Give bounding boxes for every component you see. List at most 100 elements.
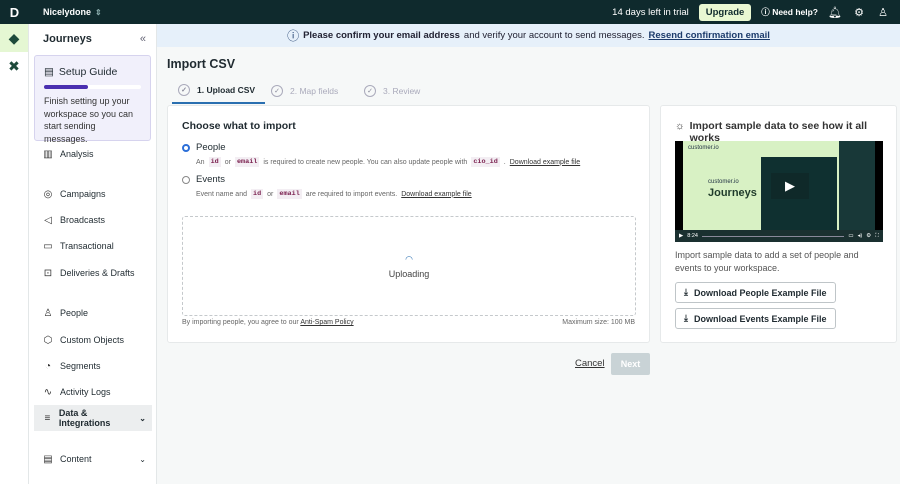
events-option[interactable]: Events	[182, 174, 225, 185]
download-people-example-link[interactable]: Download example file	[510, 159, 580, 166]
step-tabs: ✓ 1. Upload CSV ✓ 2. Map fields ✓ 3. Review	[172, 82, 451, 104]
button-label: Download Events Example File	[693, 313, 827, 324]
nav-icon: ◔	[44, 360, 52, 372]
fullscreen-icon[interactable]: ⛶	[875, 233, 879, 240]
banner-bold: Please confirm your email address	[303, 30, 460, 41]
sidebar-item-label: Broadcasts	[60, 215, 106, 225]
video-seek-bar[interactable]	[701, 235, 845, 237]
sidebar-item-transactional[interactable]: ▭ Transactional	[34, 233, 152, 259]
file-dropzone[interactable]: ◠ Uploading	[182, 216, 636, 316]
upgrade-button[interactable]: Upgrade	[698, 3, 752, 21]
nav-icon: ▥	[43, 148, 53, 160]
question-icon: ⓘ	[761, 7, 770, 17]
check-circle-icon: ✓	[178, 84, 190, 96]
hint-text: Event name and	[196, 190, 247, 198]
nav-icon: ⬡	[43, 334, 53, 346]
setup-progress	[44, 85, 141, 89]
help-label: Need help?	[772, 7, 818, 17]
setup-guide-text: Finish setting up your workspace so you …	[44, 96, 134, 144]
workspace-switcher[interactable]: Nicelydone ⇕	[43, 7, 102, 17]
sidebar-item-activity-logs[interactable]: ∿ Activity Logs	[34, 379, 152, 405]
hint-text: is required to create new people. You ca…	[263, 158, 468, 166]
hint-text: are required to import events.	[305, 190, 398, 198]
tab-label: 2. Map fields	[290, 86, 339, 96]
tab-label: 1. Upload CSV	[197, 85, 256, 95]
video-logo-text: customer.io	[708, 179, 739, 185]
code-cio-id: cio_id	[471, 157, 500, 167]
sidebar-item-people[interactable]: ♙ People	[34, 300, 152, 326]
import-card: Choose what to import People An id or email…	[167, 105, 650, 343]
sidebar-item-campaigns[interactable]: ◎ Campaigns	[34, 181, 152, 207]
sidebar-item-label: Activity Logs	[60, 387, 111, 397]
sidebar-item-label: Deliveries & Drafts	[60, 268, 135, 278]
question-icon: ⓘ	[287, 29, 300, 43]
hint-text: or	[267, 190, 274, 198]
sidebar-title: Journeys	[43, 33, 92, 45]
tab-review[interactable]: ✓ 3. Review	[358, 82, 451, 104]
top-bar: D Nicelydone ⇕ 14 days left in trial Upgr…	[0, 0, 900, 24]
nav-icon: ≡	[44, 412, 51, 424]
sidebar-item-data-integrations[interactable]: ≡ Data & Integrations ⌄	[34, 405, 152, 431]
hint-text: An	[196, 158, 205, 166]
app-rail: ◆ ✖	[0, 24, 29, 484]
anti-spam-policy-link[interactable]: Anti-Spam Policy	[300, 319, 353, 326]
video-product: Journeys	[708, 187, 757, 199]
download-events-button[interactable]: ⤓ Download Events Example File	[675, 308, 836, 329]
sidebar: Journeys « ▤ Setup Guide Finish setting up…	[29, 24, 157, 484]
video-brand: customer.io	[688, 145, 719, 151]
nav-icon: ∿	[43, 386, 53, 398]
journeys-app-icon[interactable]: ◆	[0, 24, 28, 52]
code-email: email	[234, 157, 260, 167]
cancel-button[interactable]: Cancel	[575, 358, 605, 369]
max-size-text: Maximum size: 100 MB	[562, 319, 635, 326]
next-button[interactable]: Next	[611, 353, 650, 375]
sidebar-item-analysis[interactable]: ▥ Analysis	[34, 141, 152, 167]
trial-text: 14 days left in trial	[612, 6, 689, 18]
play-icon[interactable]: ▶	[771, 173, 809, 199]
sidebar-item-label: Campaigns	[60, 189, 106, 199]
play-small-icon[interactable]: ▶	[679, 233, 683, 239]
volume-icon[interactable]: ◂)	[858, 233, 863, 239]
sidebar-item-segments[interactable]: ◔ Segments	[34, 353, 152, 379]
app-logo[interactable]: D	[0, 5, 29, 20]
tab-label: 3. Review	[383, 86, 421, 96]
import-heading: Choose what to import	[182, 120, 296, 132]
sidebar-item-content[interactable]: ▤ Content ⌄	[34, 446, 152, 472]
setup-guide[interactable]: ▤ Setup Guide Finish setting up your work…	[34, 55, 151, 144]
bell-icon[interactable]: 🔔︎	[828, 6, 842, 19]
nav-icon: ⊡	[43, 267, 53, 279]
tab-upload-csv[interactable]: ✓ 1. Upload CSV	[172, 82, 265, 104]
resend-email-link[interactable]: Resend confirmation email	[649, 30, 770, 41]
tab-map-fields[interactable]: ✓ 2. Map fields	[265, 82, 358, 104]
events-hint: Event name and id or email are required to i…	[196, 189, 472, 199]
video-player[interactable]: customer.io customer.io Journeys ▶ ▶ 8:24…	[675, 141, 883, 242]
chevron-down-icon: ⌄	[139, 454, 146, 464]
agree-text: By importing people, you agree to our An…	[182, 319, 354, 326]
nav-icon: ▤	[43, 453, 53, 465]
download-events-example-link[interactable]: Download example file	[401, 191, 471, 198]
button-label: Download People Example File	[693, 287, 827, 298]
nav-icon: ▭	[43, 240, 53, 252]
sidebar-item-custom-objects[interactable]: ⬡ Custom Objects	[34, 327, 152, 353]
spinner-icon: ◠	[405, 253, 413, 264]
code-id: id	[208, 157, 221, 167]
nav-icon: ◁	[44, 214, 52, 226]
sidebar-item-label: Analysis	[60, 149, 94, 159]
download-people-button[interactable]: ⤓ Download People Example File	[675, 282, 836, 303]
captions-icon[interactable]: ▭	[848, 233, 853, 239]
gear-icon[interactable]: ⚙	[852, 6, 866, 19]
email-banner: ⓘ Please confirm your email address and …	[157, 24, 900, 47]
integrations-app-icon[interactable]: ✖	[0, 52, 28, 80]
checklist-icon: ▤	[44, 66, 54, 78]
sidebar-item-broadcasts[interactable]: ◁ Broadcasts	[34, 207, 152, 233]
nav-icon: ◎	[43, 188, 53, 200]
settings-icon[interactable]: ⚙	[866, 233, 871, 239]
help-button[interactable]: ⓘ Need help?	[761, 6, 818, 18]
people-option[interactable]: People	[182, 142, 226, 153]
sidebar-item-deliveries-drafts[interactable]: ⊡ Deliveries & Drafts	[34, 260, 152, 286]
collapse-icon[interactable]: «	[140, 33, 146, 45]
people-radio[interactable]	[182, 143, 190, 152]
events-radio[interactable]	[182, 175, 190, 184]
sidebar-item-label: Content	[60, 454, 92, 464]
user-icon[interactable]: ♙	[876, 6, 890, 19]
